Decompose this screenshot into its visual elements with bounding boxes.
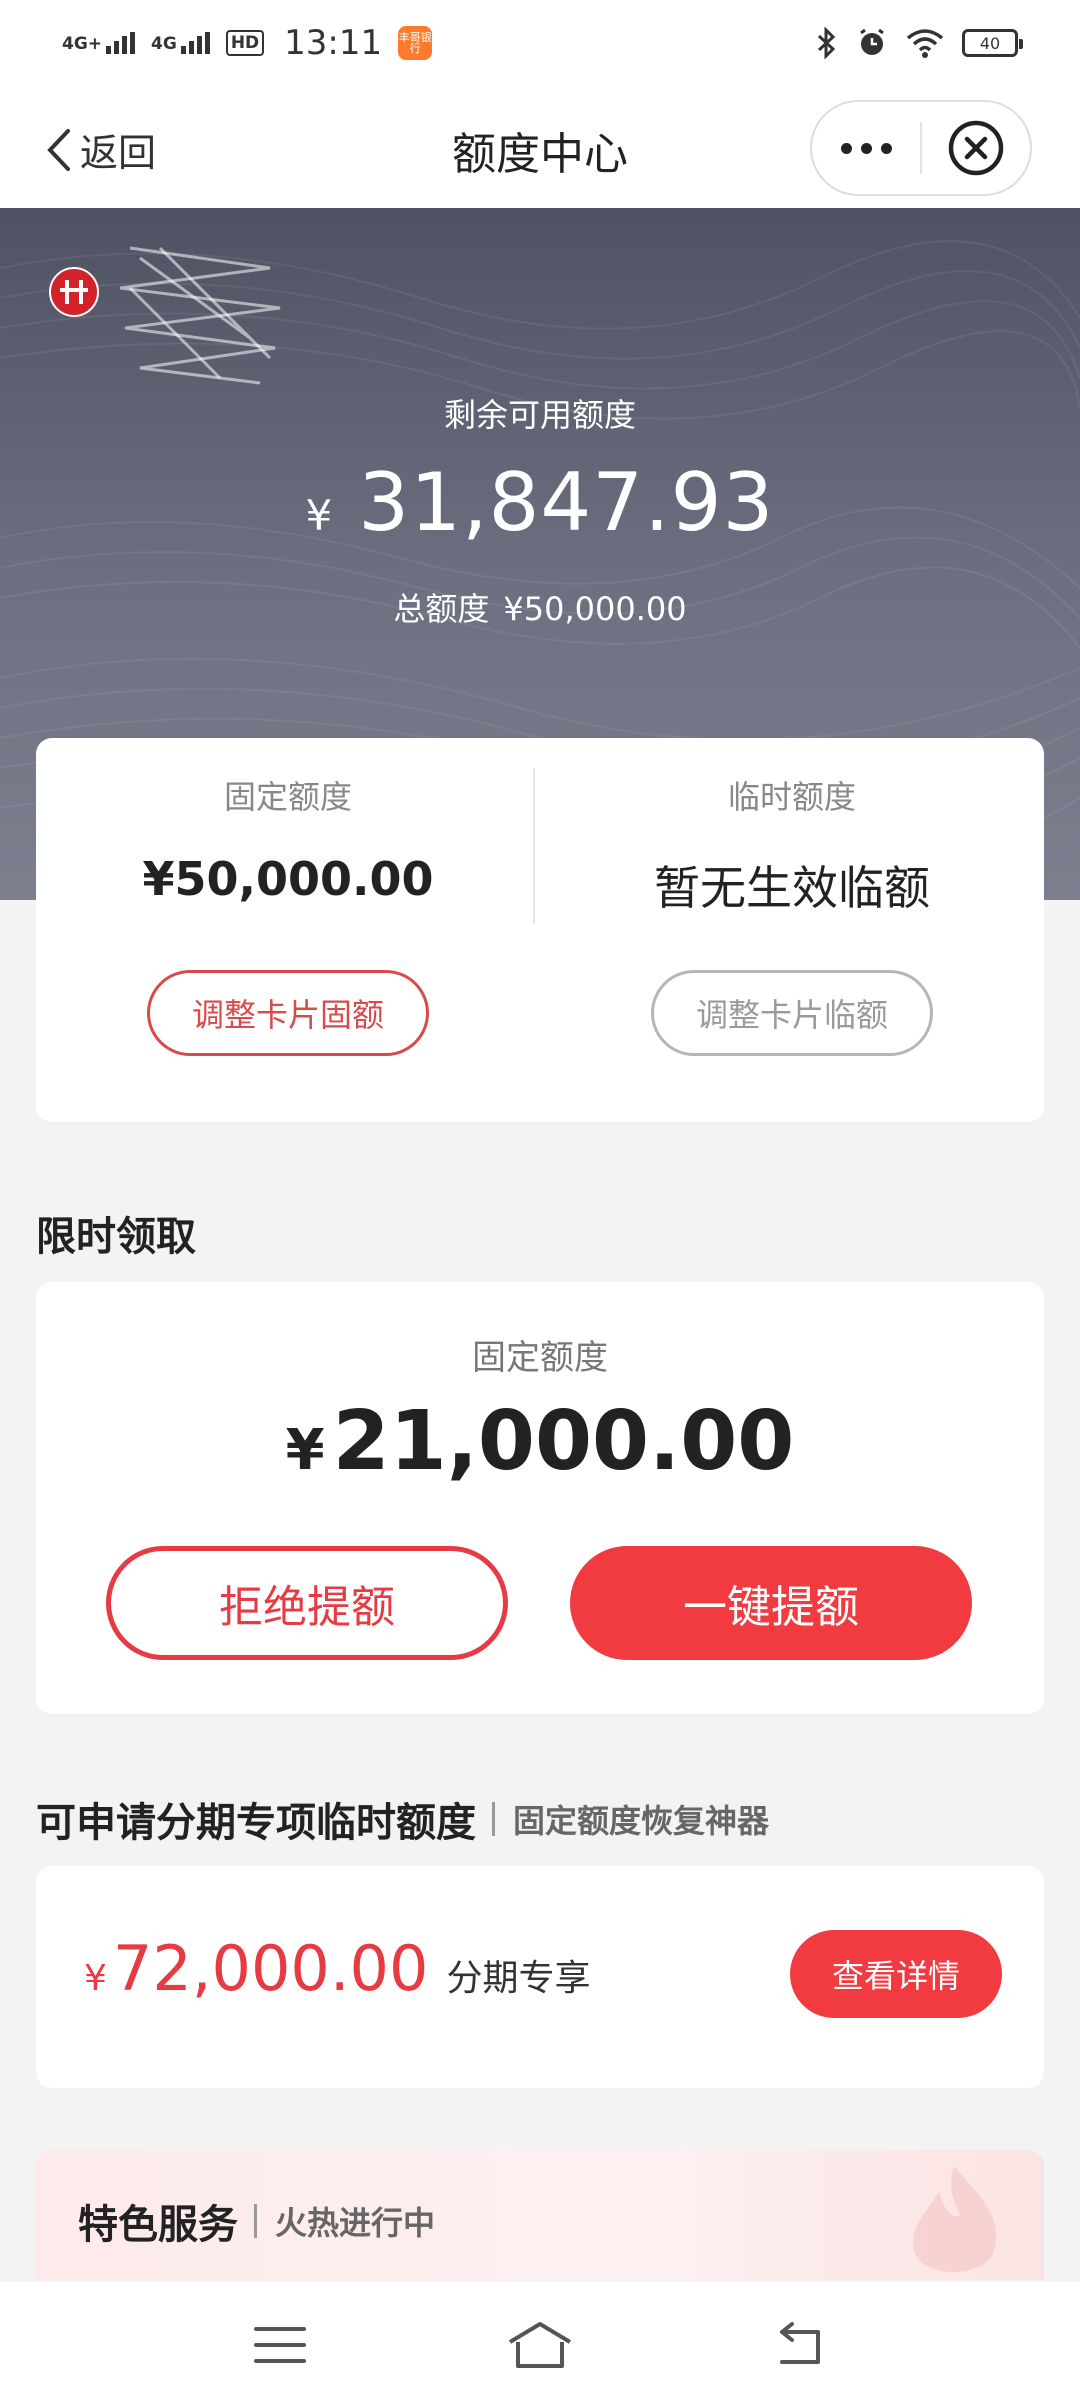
limited-offer-title: 限时领取 <box>36 1214 196 1260</box>
limited-offer-card: 固定额度 ¥21,000.00 拒绝提额 一键提额 <box>36 1282 1044 1714</box>
temp-limit-value: 暂无生效临额 <box>654 861 930 915</box>
featured-heading: 特色服务 火热进行中 <box>78 2192 435 2250</box>
home-icon <box>508 2322 572 2368</box>
more-dots-icon[interactable] <box>812 142 920 154</box>
installment-heading: 可申请分期专项临时额度 固定额度恢复神器 <box>36 1790 769 1848</box>
fixed-limit-column: 固定额度 ¥50,000.00 调整卡片固额 <box>36 738 540 1122</box>
system-navigation-bar <box>0 2282 1080 2408</box>
adjust-temp-limit-button[interactable]: 调整卡片临额 <box>651 970 933 1056</box>
signal-bars-icon <box>106 32 136 54</box>
temp-limit-label: 临时额度 <box>727 778 856 816</box>
total-limit-label: 总额度 <box>393 590 490 628</box>
nav-bar: 返回 额度中心 <box>0 86 1080 208</box>
bluetooth-icon <box>817 27 836 59</box>
network-label-2: 4G <box>151 34 177 54</box>
offer-amount: ¥21,000.00 <box>36 1394 1044 1489</box>
status-bar: 4G+ 4G HD 13:11 丰哥银行 40 <box>0 0 1080 86</box>
fixed-limit-value: ¥50,000.00 <box>142 852 434 906</box>
limits-card: 固定额度 ¥50,000.00 调整卡片固额 临时额度 暂无生效临额 调整卡片临… <box>36 738 1044 1122</box>
offer-limit-label: 固定额度 <box>472 1338 608 1378</box>
app-notification-icon: 丰哥银行 <box>398 26 433 60</box>
available-limit-amount: ¥ 31,847.93 <box>0 456 1080 549</box>
hd-badge: HD <box>225 30 265 56</box>
featured-title: 特色服务 <box>78 2202 238 2248</box>
offer-amount-value: 21,000.00 <box>332 1394 795 1489</box>
mini-program-capsule <box>810 100 1032 196</box>
installment-subtitle: 固定额度恢复神器 <box>513 1802 770 1840</box>
home-button[interactable] <box>495 2315 585 2375</box>
view-details-button[interactable]: 查看详情 <box>790 1930 1002 2018</box>
total-limit: 总额度 ¥50,000.00 <box>0 584 1080 630</box>
menu-button[interactable] <box>235 2315 325 2375</box>
limited-offer-heading: 限时领取 <box>36 1204 196 1262</box>
available-limit-label: 剩余可用额度 <box>443 396 636 434</box>
battery-icon: 40 <box>962 29 1023 57</box>
heading-separator <box>492 1802 495 1836</box>
one-click-increase-button[interactable]: 一键提额 <box>570 1546 972 1660</box>
close-circle-icon <box>948 120 1004 176</box>
return-icon <box>780 2322 820 2364</box>
battery-level: 40 <box>979 33 1001 53</box>
alarm-icon <box>860 28 884 55</box>
limits-divider <box>533 768 535 924</box>
installment-title: 可申请分期专项临时额度 <box>36 1800 476 1846</box>
available-amount-value: 31,847.93 <box>358 456 775 549</box>
installment-card: ¥ 72,000.00 分期专享 查看详情 <box>36 1866 1044 2088</box>
status-time: 13:11 <box>284 23 383 63</box>
installment-amount-value: 72,000.00 <box>112 1932 429 2005</box>
close-button[interactable] <box>922 119 1030 177</box>
heading-separator <box>254 2204 257 2238</box>
adjust-fixed-limit-button[interactable]: 调整卡片固额 <box>147 970 429 1056</box>
wifi-icon <box>906 29 944 58</box>
installment-tag: 分期专享 <box>446 1958 591 1999</box>
installment-currency: ¥ <box>84 1958 107 1999</box>
return-button[interactable] <box>755 2315 845 2375</box>
offer-currency: ¥ <box>285 1418 325 1483</box>
signal-1: 4G+ <box>62 32 136 54</box>
status-left: 4G+ 4G HD 13:11 丰哥银行 <box>62 23 433 63</box>
bank-logo-icon <box>49 267 99 317</box>
reject-increase-button[interactable]: 拒绝提额 <box>106 1546 508 1660</box>
status-right: 40 <box>816 27 1023 59</box>
signal-bars-icon <box>180 32 210 54</box>
network-label-1: 4G+ <box>62 34 103 54</box>
installment-amount: ¥ 72,000.00 分期专享 <box>84 1932 590 2005</box>
featured-subtitle: 火热进行中 <box>275 2204 436 2242</box>
card-number-redaction <box>119 246 281 385</box>
fixed-limit-label: 固定额度 <box>223 778 352 816</box>
currency-symbol: ¥ <box>305 491 333 540</box>
menu-icon <box>254 2327 306 2363</box>
total-limit-value: ¥50,000.00 <box>503 590 687 628</box>
featured-services-card: 特色服务 火热进行中 <box>36 2150 1044 2280</box>
temp-limit-column: 临时额度 暂无生效临额 调整卡片临额 <box>540 738 1044 1122</box>
signal-2: 4G <box>151 32 210 54</box>
flame-icon <box>912 2166 997 2273</box>
